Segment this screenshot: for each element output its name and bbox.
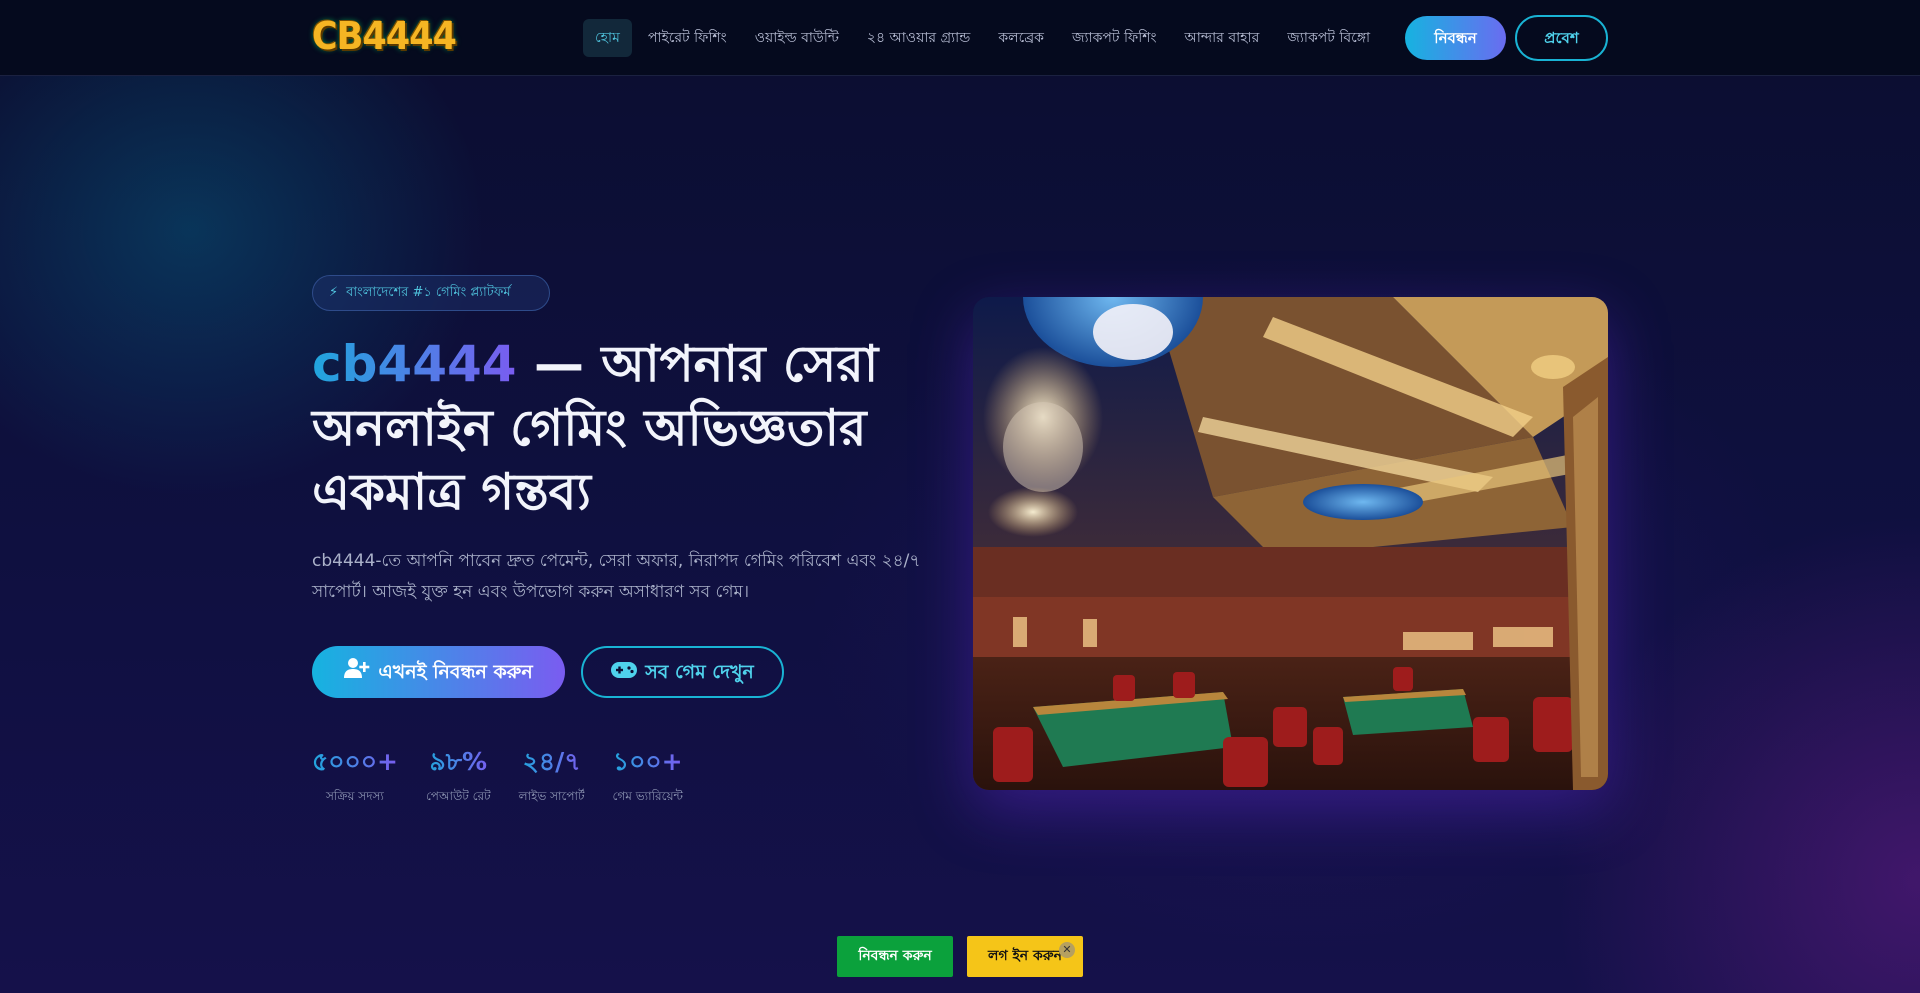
header-register-button[interactable]: নিবন্ধন: [1405, 16, 1506, 60]
nav-item-wild-bounty[interactable]: ওয়াইল্ড বাউন্টি: [743, 19, 851, 57]
hero-title-brand: cb4444: [312, 335, 517, 393]
hero-title: cb4444 — আপনার সেরা অনলাইন গেমিং অভিজ্ঞত…: [312, 332, 932, 524]
stat-value: ১০০+: [612, 742, 683, 782]
logo[interactable]: CB4444: [312, 14, 457, 58]
stats-row: ৫০০০+ সক্রিয় সদস্য ৯৮% পেআউট রেট ২৪/৭ ল…: [312, 742, 711, 808]
register-now-button[interactable]: এখনই নিবন্ধন করুন: [312, 646, 565, 698]
nav-item-home[interactable]: হোম: [583, 19, 632, 57]
gamepad-icon: [611, 649, 638, 697]
stat-value: ২৪/৭: [519, 742, 585, 782]
nav-item-jackpot-bingo[interactable]: জ্যাকপট বিঙ্গো: [1275, 19, 1382, 57]
casino-hall-image: [973, 297, 1608, 790]
platform-badge: ⚡ বাংলাদেশের #১ গেমিং প্ল্যাটফর্ম: [312, 275, 550, 311]
user-plus-icon: [344, 647, 370, 699]
stat-label: সক্রিয় সদস্য: [326, 789, 384, 803]
bottom-register-button[interactable]: নিবন্ধন করুন: [837, 936, 953, 977]
stat-label: লাইভ সাপোর্ট: [518, 789, 585, 803]
stat-label: গেম ভ্যারিয়েন্ট: [612, 789, 683, 803]
stat-payout-rate: ৯৮% পেআউট রেট: [426, 742, 491, 808]
view-all-games-label: সব গেম দেখুন: [645, 661, 754, 683]
stat-active-members: ৫০০০+ সক্রিয় সদস্য: [312, 742, 398, 808]
nav-item-callbreak[interactable]: কলব্রেক: [986, 19, 1056, 57]
hero-description: cb4444-তে আপনি পাবেন দ্রুত পেমেন্ট, সেরা…: [312, 551, 921, 602]
stat-game-variants: ১০০+ গেম ভ্যারিয়েন্ট: [612, 742, 682, 808]
main-nav: হোম পাইরেট ফিশিং ওয়াইল্ড বাউন্টি ২৪ আওয…: [583, 19, 1386, 57]
badge-text: বাংলাদেশের #১ গেমিং প্ল্যাটফর্ম: [346, 285, 511, 300]
stat-value: ৫০০০+: [312, 742, 398, 782]
page-background: [0, 0, 1920, 993]
stat-live-support: ২৪/৭ লাইভ সাপোর্ট: [519, 742, 585, 808]
header-login-button[interactable]: প্রবেশ: [1515, 15, 1608, 61]
register-now-label: এখনই নিবন্ধন করুন: [378, 661, 533, 683]
stat-label: পেআউট রেট: [425, 789, 491, 803]
stat-value: ৯৮%: [426, 742, 491, 782]
nav-item-jackpot-fishing[interactable]: জ্যাকপট ফিশিং: [1060, 19, 1169, 57]
nav-item-24-hour-grand[interactable]: ২৪ আওয়ার গ্র্যান্ড: [855, 19, 983, 57]
nav-item-andar-bahar[interactable]: আন্দার বাহার: [1173, 19, 1272, 57]
nav-item-pirate-fishing[interactable]: পাইরেট ফিশিং: [636, 19, 739, 57]
view-all-games-button[interactable]: সব গেম দেখুন: [581, 646, 784, 698]
top-header: CB4444 হোম পাইরেট ফিশিং ওয়াইল্ড বাউন্টি…: [0, 0, 1920, 76]
close-icon[interactable]: ✕: [1059, 942, 1075, 958]
lightning-icon: ⚡: [329, 285, 339, 300]
